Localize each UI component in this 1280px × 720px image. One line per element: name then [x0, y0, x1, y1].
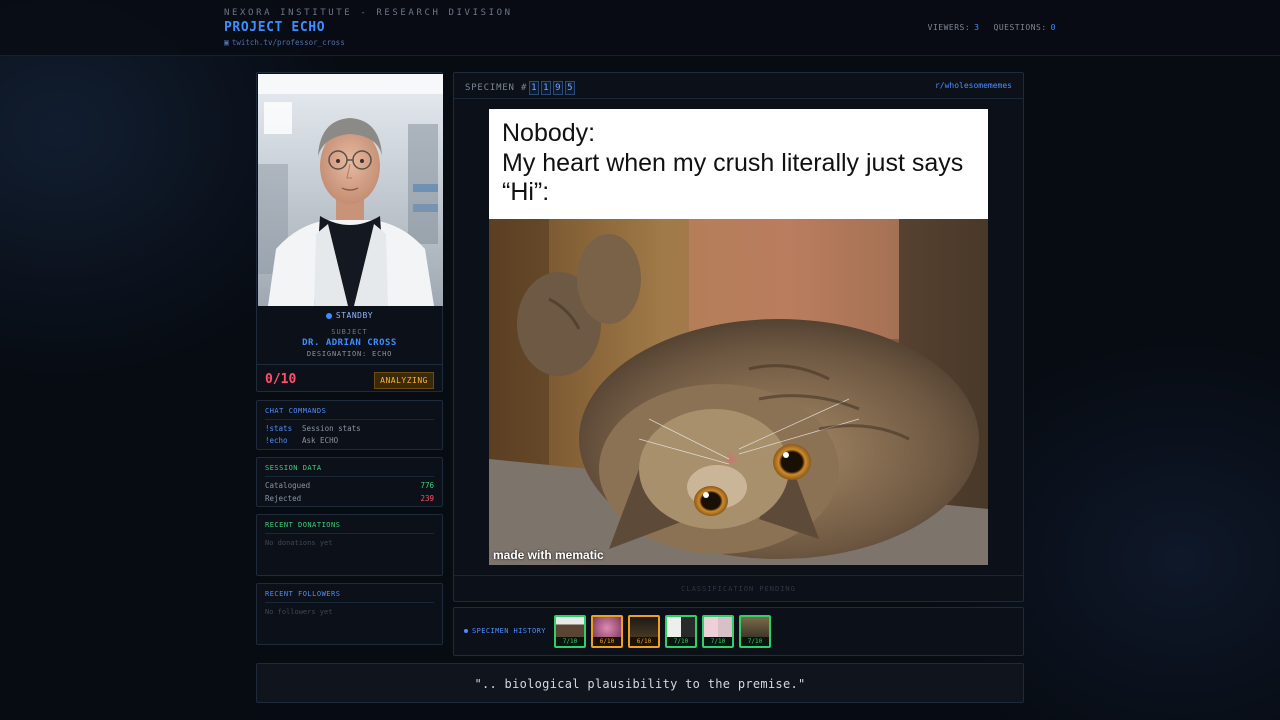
rejected-label: Rejected [265, 494, 302, 503]
header-bar: NEXORA INSTITUTE - RESEARCH DIVISION PRO… [0, 0, 1280, 56]
mematic-watermark: made with mematic [493, 548, 604, 562]
subject-designation: DESIGNATION: ECHO [306, 350, 393, 358]
thumb-score: 6/10 [593, 637, 621, 646]
meme-caption: Nobody: My heart when my crush literally… [502, 119, 982, 208]
channel-link[interactable]: ▣ twitch.tv/professor_cross [224, 38, 345, 47]
recent-donations-title: RECENT DONATIONS [265, 521, 434, 534]
viewers-count: 3 [974, 23, 980, 32]
channel-url: twitch.tv/professor_cross [231, 38, 345, 47]
catalogued-row: Catalogued 776 [265, 481, 434, 490]
rejected-count: 239 [420, 494, 434, 503]
catalogued-count: 776 [420, 481, 434, 490]
specimen-history-bar: SPECIMEN HISTORY 7/10 6/10 6/10 7/10 7/1… [453, 607, 1024, 656]
thumb-score: 7/10 [556, 637, 584, 646]
followers-empty-text: No followers yet [265, 608, 333, 616]
thumb-image [741, 617, 769, 639]
thumb-score: 7/10 [741, 637, 769, 646]
subject-portrait [258, 74, 443, 306]
catalogued-label: Catalogued [265, 481, 311, 490]
history-thumb[interactable]: 6/10 [591, 615, 623, 648]
specimen-label: SPECIMEN # [465, 83, 528, 93]
questions-stat: QUESTIONS: 0 [993, 23, 1056, 32]
current-score: 0/10 [265, 372, 297, 387]
recent-donations-panel: RECENT DONATIONS No donations yet [256, 514, 443, 576]
subject-profile-card: STANDBY SUBJECT DR. ADRIAN CROSS DESIGNA… [256, 72, 443, 392]
thumb-image [667, 617, 695, 639]
history-thumb[interactable]: 7/10 [665, 615, 697, 648]
thumb-image [630, 617, 658, 639]
specimen-number: SPECIMEN # 1 1 9 5 [465, 81, 576, 95]
questions-count: 0 [1050, 23, 1056, 32]
subreddit-link[interactable]: r/wholesomememes [935, 81, 1012, 90]
specimen-panel: SPECIMEN # 1 1 9 5 r/wholesomememes Nobo… [453, 72, 1024, 602]
specimen-footer: CLASSIFICATION PENDING [454, 575, 1023, 601]
thumb-image [704, 617, 732, 639]
rejected-row: Rejected 239 [265, 494, 434, 503]
session-data-panel: SESSION DATA Catalogued 776 Rejected 239 [256, 457, 443, 507]
status-dot-icon [325, 312, 332, 319]
meme-caption-line: My heart when my crush literally just sa… [502, 148, 964, 207]
command-row: !echo Ask ECHO [265, 436, 434, 445]
history-thumb[interactable]: 7/10 [739, 615, 771, 648]
specimen-history-label: SPECIMEN HISTORY [464, 627, 546, 635]
chat-commands-title: CHAT COMMANDS [265, 407, 434, 420]
classification-status: CLASSIFICATION PENDING [681, 585, 796, 593]
recent-followers-title: RECENT FOLLOWERS [265, 590, 434, 603]
status-text: STANDBY [335, 311, 374, 320]
specimen-header: SPECIMEN # 1 1 9 5 r/wholesomememes [454, 73, 1023, 99]
subject-status: STANDBY [257, 311, 442, 320]
specimen-digit: 9 [553, 81, 564, 95]
meme-caption-line: Nobody: [502, 119, 596, 147]
command-name: !echo [265, 436, 288, 445]
command-row: !stats Session stats [265, 424, 434, 433]
history-thumbnails: 7/10 6/10 6/10 7/10 7/10 7/10 [554, 615, 771, 648]
chat-commands-panel: CHAT COMMANDS !stats Session stats !echo… [256, 400, 443, 450]
thumb-score: 7/10 [704, 637, 732, 646]
session-data-title: SESSION DATA [265, 464, 434, 477]
echo-quote-text: ".. biological plausibility to the premi… [474, 677, 806, 691]
specimen-digit: 1 [541, 81, 552, 95]
org-name: NEXORA INSTITUTE - RESEARCH DIVISION [224, 8, 513, 18]
echo-quote-bar: ".. biological plausibility to the premi… [256, 663, 1024, 703]
stream-stats: VIEWERS: 3 QUESTIONS: 0 [928, 23, 1056, 32]
command-description: Ask ECHO [302, 436, 339, 445]
profile-divider [257, 364, 442, 365]
thumb-image [556, 617, 584, 639]
specimen-digit: 5 [565, 81, 576, 95]
twitch-icon: ▣ [224, 38, 229, 47]
thumb-image [593, 617, 621, 639]
viewers-stat: VIEWERS: 3 [927, 23, 980, 32]
meme-image: Nobody: My heart when my crush literally… [489, 109, 988, 565]
specimen-digit: 1 [529, 81, 540, 95]
thumb-score: 6/10 [630, 637, 658, 646]
subject-name: DR. ADRIAN CROSS [302, 338, 397, 348]
history-thumb[interactable]: 7/10 [702, 615, 734, 648]
project-title: PROJECT ECHO [224, 20, 326, 35]
history-thumb[interactable]: 7/10 [554, 615, 586, 648]
donations-empty-text: No donations yet [265, 539, 333, 547]
history-dot-icon [464, 629, 468, 633]
command-description: Session stats [302, 424, 361, 433]
cat-photo [489, 219, 988, 565]
subject-label: SUBJECT [331, 328, 368, 336]
history-thumb[interactable]: 6/10 [628, 615, 660, 648]
recent-followers-panel: RECENT FOLLOWERS No followers yet [256, 583, 443, 645]
command-name: !stats [265, 424, 293, 433]
thumb-score: 7/10 [667, 637, 695, 646]
analyzing-badge: ANALYZING [374, 372, 434, 389]
